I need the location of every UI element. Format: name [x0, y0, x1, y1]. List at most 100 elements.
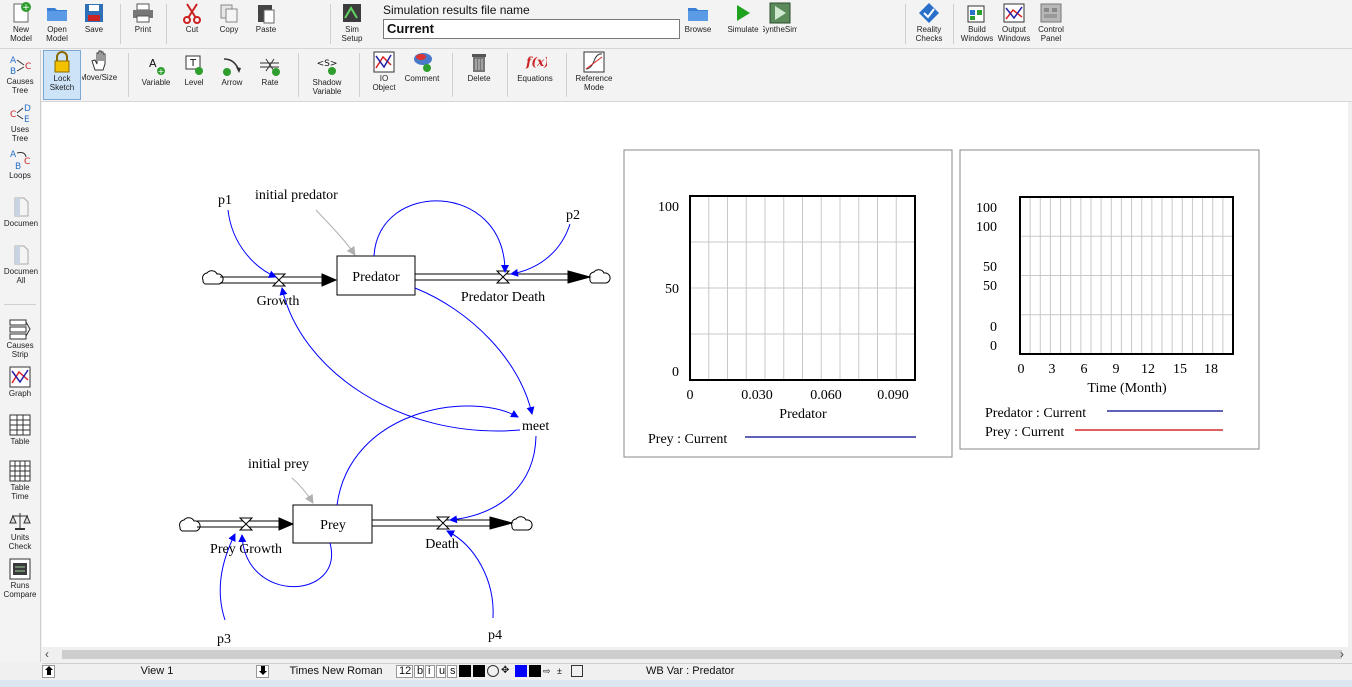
- view-up-button[interactable]: [42, 665, 55, 678]
- output-graph-icon: [1003, 2, 1025, 24]
- x-tick-label: 18: [1204, 362, 1218, 377]
- lock-sketch-button[interactable]: Lock Sketch: [43, 50, 81, 100]
- var-initial-predator[interactable]: initial predator: [255, 188, 338, 203]
- view-down-button[interactable]: [256, 665, 269, 678]
- var-p2[interactable]: p2: [566, 208, 580, 223]
- svg-text:C: C: [25, 62, 31, 72]
- output-windows-button[interactable]: Output Windows: [997, 2, 1031, 43]
- svg-text:C: C: [10, 110, 16, 120]
- table-button[interactable]: Table: [2, 414, 38, 446]
- copy-button[interactable]: Copy: [214, 2, 244, 34]
- var-p4[interactable]: p4: [488, 628, 502, 643]
- new-model-button[interactable]: + New Model: [6, 2, 36, 43]
- open-model-button[interactable]: Open Model: [42, 2, 72, 43]
- loops-button[interactable]: ACB Loops: [2, 148, 38, 180]
- flow-predator-death[interactable]: Predator Death: [461, 290, 545, 305]
- x-tick-label: 3: [1049, 362, 1056, 377]
- table-time-button[interactable]: Table Time: [2, 460, 38, 501]
- horizontal-scrollbar[interactable]: ‹ ›: [42, 647, 1348, 662]
- font-size[interactable]: 12: [396, 665, 413, 678]
- table-time-icon: [9, 460, 31, 482]
- document-button[interactable]: Documen: [2, 196, 40, 228]
- main-toolbar: + New Model Open Model Save Print Cut Co…: [0, 0, 1352, 49]
- level-button[interactable]: T Level: [177, 55, 211, 87]
- arrow-color-swatch[interactable]: [515, 665, 527, 677]
- reality-checks-button[interactable]: Reality Checks: [912, 2, 946, 43]
- surround-color-swatch[interactable]: [529, 665, 541, 677]
- font-selector[interactable]: Times New Roman: [280, 665, 392, 678]
- taskbar-strip: [0, 680, 1352, 687]
- flow-death[interactable]: Death: [425, 537, 458, 552]
- shadow-variable-button[interactable]: <S> Shadow Variable: [308, 55, 346, 96]
- reference-mode-icon: [583, 51, 605, 73]
- view-name[interactable]: View 1: [62, 665, 252, 678]
- browse-button[interactable]: Browse: [683, 2, 713, 34]
- document-all-button[interactable]: Documen All: [2, 244, 40, 285]
- text-color-swatch[interactable]: [459, 665, 471, 677]
- arrow-meet-growth: [279, 287, 521, 432]
- runs-compare-button[interactable]: Runs Compare: [2, 558, 38, 599]
- comment-button[interactable]: Comment: [404, 51, 442, 83]
- var-initial-prey[interactable]: initial prey: [248, 457, 309, 472]
- sketch-canvas[interactable]: p1 initial predator p2 Predator Growth P…: [42, 102, 1348, 647]
- polarity-icon[interactable]: ±: [557, 665, 569, 677]
- rate-button[interactable]: Rate: [253, 55, 287, 87]
- arrow-button[interactable]: Arrow: [215, 55, 249, 87]
- separator: [507, 53, 508, 97]
- bold-toggle[interactable]: b: [414, 665, 424, 678]
- io-object-button[interactable]: IO Object: [367, 51, 401, 92]
- flow-growth[interactable]: Growth: [257, 294, 300, 309]
- var-p3[interactable]: p3: [217, 632, 231, 647]
- uses-tree-icon: CDE: [9, 102, 31, 124]
- delete-button[interactable]: Delete: [462, 51, 496, 83]
- italic-toggle[interactable]: i: [425, 665, 435, 678]
- separator: [566, 53, 567, 97]
- scrollbar-thumb[interactable]: [62, 650, 1342, 659]
- svg-text:T: T: [189, 58, 197, 69]
- io-graph-prey-vs-predator[interactable]: 0 0.030 0.060 0.090 100 50 0 Predator Prey : C…: [623, 149, 953, 458]
- variable-button[interactable]: A + Variable: [139, 55, 173, 87]
- graph-style-icon[interactable]: [571, 665, 583, 677]
- sim-results-file-input[interactable]: Current: [383, 19, 680, 39]
- arrow-up-icon: [45, 666, 53, 675]
- control-panel-button[interactable]: Control Panel: [1034, 2, 1068, 43]
- scroll-left-icon[interactable]: ‹: [45, 647, 49, 661]
- document-all-icon: [10, 244, 32, 266]
- death-valve: [435, 516, 451, 530]
- io-graph-time[interactable]: 0 3 6 9 12 15 18 100 50 0 100 50 0 Time (Month) Pred…: [959, 149, 1260, 450]
- paste-button[interactable]: Paste: [251, 2, 281, 34]
- equations-button[interactable]: f(x) Equations: [515, 51, 557, 83]
- shape-icon[interactable]: [487, 665, 499, 677]
- var-p1[interactable]: p1: [218, 193, 232, 208]
- causes-tree-button[interactable]: ABC Causes Tree: [2, 54, 38, 95]
- scroll-right-icon[interactable]: ›: [1340, 647, 1344, 661]
- position-icon[interactable]: ✥: [501, 665, 513, 677]
- folder-icon: [687, 2, 709, 24]
- uses-tree-button[interactable]: CDE Uses Tree: [2, 102, 38, 143]
- causes-strip-icon: [9, 318, 31, 340]
- box-color-swatch[interactable]: [473, 665, 485, 677]
- legend-entry: Prey : Current: [985, 425, 1064, 440]
- reference-mode-button[interactable]: Reference Mode: [574, 51, 614, 92]
- sim-setup-icon: [341, 2, 363, 24]
- arrow-width-icon[interactable]: ⇨: [543, 665, 555, 677]
- move-size-button[interactable]: Move/Size: [82, 50, 118, 82]
- save-button[interactable]: Save: [79, 2, 109, 34]
- flow-prey-growth[interactable]: Prey Growth: [210, 542, 282, 557]
- simulate-button[interactable]: Simulate: [726, 2, 760, 34]
- underline-toggle[interactable]: u: [436, 665, 446, 678]
- graph-button[interactable]: Graph: [2, 366, 38, 398]
- var-meet[interactable]: meet: [522, 419, 549, 434]
- sim-setup-button[interactable]: Sim Setup: [337, 2, 367, 43]
- strikethrough-toggle[interactable]: s: [447, 665, 457, 678]
- print-button[interactable]: Print: [128, 2, 158, 34]
- cut-button[interactable]: Cut: [177, 2, 207, 34]
- svg-text:+: +: [158, 67, 165, 76]
- build-windows-button[interactable]: Build Windows: [960, 2, 994, 43]
- svg-text:C: C: [24, 157, 30, 167]
- svg-text:B: B: [10, 67, 16, 76]
- units-check-button[interactable]: Units Check: [2, 510, 38, 551]
- synthesim-button[interactable]: SyntheSim: [763, 2, 797, 34]
- arrow-initial-predator: [315, 209, 356, 256]
- causes-strip-button[interactable]: Causes Strip: [2, 318, 38, 359]
